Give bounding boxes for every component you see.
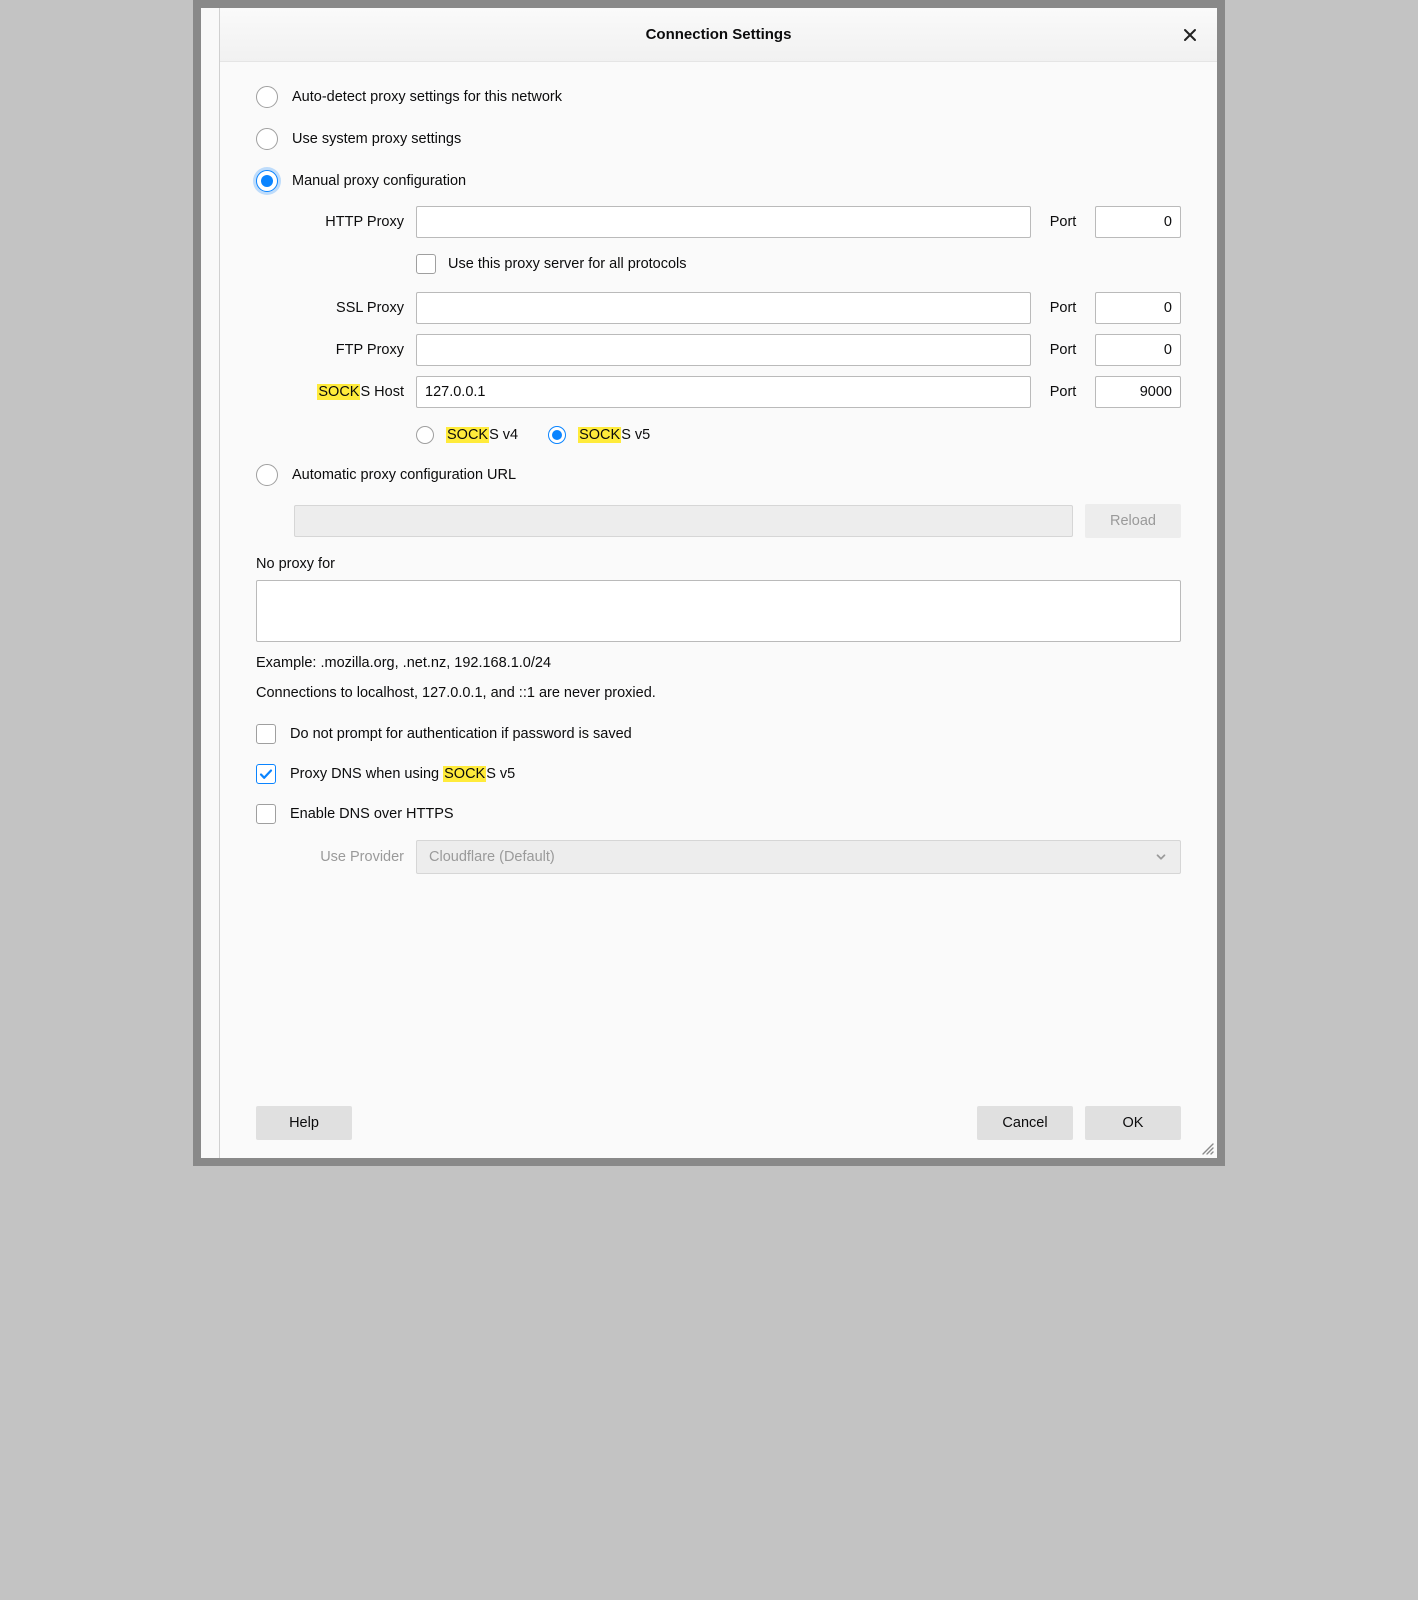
checkbox-icon <box>256 764 276 784</box>
radio-system-proxy[interactable]: Use system proxy settings <box>256 118 1181 160</box>
socks-v5-label: SOCKS v5 <box>578 427 650 443</box>
no-proxy-example: Example: .mozilla.org, .net.nz, 192.168.… <box>256 652 1181 676</box>
check-proxy-dns-socks5[interactable]: Proxy DNS when using SOCKS v5 <box>256 754 1181 794</box>
port-label: Port <box>1041 342 1085 358</box>
checkbox-label: Use this proxy server for all protocols <box>448 256 687 272</box>
socks-v4-label: SOCKS v4 <box>446 427 518 443</box>
dialog-body: Auto-detect proxy settings for this netw… <box>220 62 1217 1090</box>
checkbox-icon <box>256 724 276 744</box>
close-button[interactable] <box>1177 22 1203 48</box>
checkbox-icon <box>416 254 436 274</box>
provider-label: Use Provider <box>256 849 406 865</box>
dialog-title: Connection Settings <box>646 26 792 43</box>
checkbox-label: Do not prompt for authentication if pass… <box>290 726 632 742</box>
connection-settings-dialog: Connection Settings Auto-detect proxy se… <box>219 8 1217 1158</box>
dialog-header: Connection Settings <box>220 8 1217 62</box>
resize-grip[interactable] <box>1199 1140 1215 1156</box>
ftp-proxy-input[interactable] <box>416 334 1031 366</box>
pac-row: Reload <box>294 504 1181 538</box>
socks-host-label: SOCKS Host <box>256 384 406 400</box>
radio-label: Auto-detect proxy settings for this netw… <box>292 89 562 105</box>
ok-button[interactable]: OK <box>1085 1106 1181 1140</box>
check-enable-doh[interactable]: Enable DNS over HTTPS <box>256 794 1181 834</box>
ssl-proxy-input[interactable] <box>416 292 1031 324</box>
ssl-proxy-label: SSL Proxy <box>256 300 406 316</box>
close-icon <box>1182 27 1198 43</box>
provider-select[interactable]: Cloudflare (Default) <box>416 840 1181 874</box>
port-label: Port <box>1041 214 1085 230</box>
manual-proxy-grid: HTTP Proxy Port Use this proxy server fo… <box>256 206 1181 450</box>
resize-grip-icon <box>1199 1140 1215 1156</box>
socks-host-input[interactable] <box>416 376 1031 408</box>
cancel-button[interactable]: Cancel <box>977 1106 1073 1140</box>
port-label: Port <box>1041 300 1085 316</box>
checkbox-icon <box>256 804 276 824</box>
ftp-port-input[interactable] <box>1095 334 1181 366</box>
port-label: Port <box>1041 384 1085 400</box>
radio-label: Manual proxy configuration <box>292 173 466 189</box>
radio-auto-detect[interactable]: Auto-detect proxy settings for this netw… <box>256 76 1181 118</box>
no-proxy-localhost-note: Connections to localhost, 127.0.0.1, and… <box>256 682 1181 706</box>
use-all-protocols-row[interactable]: Use this proxy server for all protocols <box>416 248 1181 282</box>
radio-icon <box>256 170 278 192</box>
ssl-port-input[interactable] <box>1095 292 1181 324</box>
checkbox-label: Enable DNS over HTTPS <box>290 806 454 822</box>
radio-socks-v5[interactable] <box>548 426 566 444</box>
radio-icon <box>256 464 278 486</box>
pac-url-input[interactable] <box>294 505 1073 537</box>
radio-label: Use system proxy settings <box>292 131 461 147</box>
socks-version-row: SOCKS v4 SOCKS v5 <box>416 418 1181 450</box>
no-proxy-input[interactable] <box>256 580 1181 642</box>
http-proxy-label: HTTP Proxy <box>256 214 406 230</box>
radio-socks-v4[interactable] <box>416 426 434 444</box>
provider-selected: Cloudflare (Default) <box>429 849 555 865</box>
http-port-input[interactable] <box>1095 206 1181 238</box>
radio-pac-url[interactable]: Automatic proxy configuration URL <box>256 454 1181 496</box>
ftp-proxy-label: FTP Proxy <box>256 342 406 358</box>
chevron-down-icon <box>1154 850 1168 864</box>
checkbox-label: Proxy DNS when using SOCKS v5 <box>290 766 515 782</box>
http-proxy-input[interactable] <box>416 206 1031 238</box>
background-page-text: s tt w <box>193 88 198 219</box>
check-no-prompt-auth[interactable]: Do not prompt for authentication if pass… <box>256 714 1181 754</box>
radio-manual-proxy[interactable]: Manual proxy configuration <box>256 160 1181 202</box>
socks-port-input[interactable] <box>1095 376 1181 408</box>
help-button[interactable]: Help <box>256 1106 352 1140</box>
doh-provider-row: Use Provider Cloudflare (Default) <box>256 840 1181 874</box>
reload-button[interactable]: Reload <box>1085 504 1181 538</box>
radio-icon <box>256 86 278 108</box>
no-proxy-label: No proxy for <box>256 556 1181 572</box>
dialog-footer: Help Cancel OK <box>220 1090 1217 1158</box>
radio-icon <box>256 128 278 150</box>
checkmark-icon <box>258 766 274 782</box>
no-proxy-section: No proxy for Example: .mozilla.org, .net… <box>256 556 1181 706</box>
radio-label: Automatic proxy configuration URL <box>292 467 516 483</box>
